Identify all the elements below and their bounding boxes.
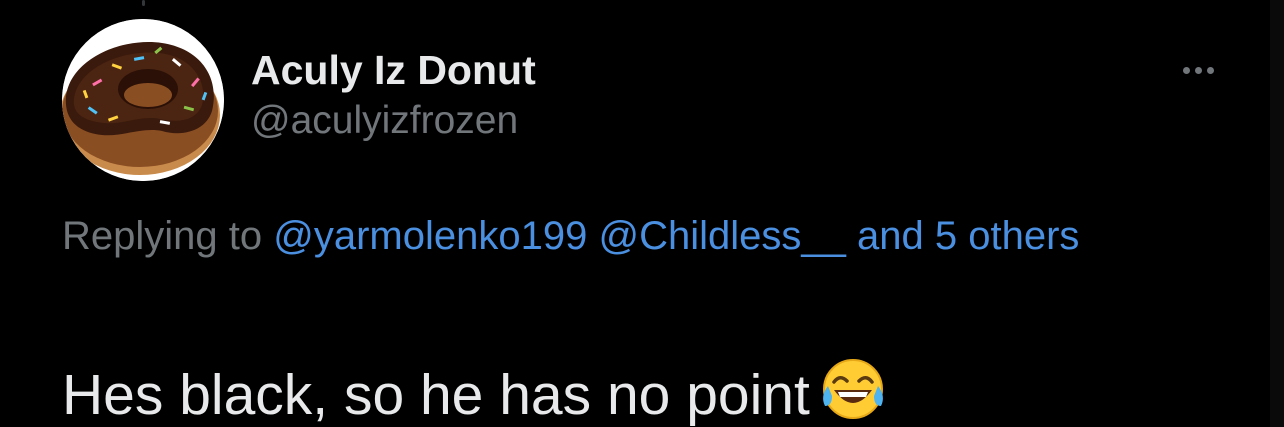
tweet-text: Hes black, so he has no point (62, 363, 810, 427)
author-avatar[interactable] (62, 19, 224, 181)
reply-context: Replying to @yarmolenko199 @Childless__ … (62, 204, 1162, 268)
author-handle[interactable]: @aculyizfrozen (251, 95, 536, 147)
thread-connector-line (142, 0, 145, 6)
more-options-button[interactable] (1166, 52, 1230, 88)
others-link[interactable]: and 5 others (857, 214, 1079, 258)
mention-link[interactable]: @Childless__ (598, 214, 845, 258)
scrollbar[interactable] (1270, 0, 1284, 427)
face-with-tears-of-joy-icon (820, 356, 886, 427)
mention-link[interactable]: @yarmolenko199 (273, 214, 587, 258)
more-horizontal-icon-dot (1206, 66, 1214, 74)
author-info: Aculy Iz Donut @aculyizfrozen (251, 44, 536, 147)
tweet-body: Hes black, so he has no point (62, 356, 886, 427)
reply-context-prefix: Replying to (62, 214, 263, 258)
more-horizontal-icon (1182, 66, 1190, 74)
chocolate-donut-avatar-icon (62, 19, 224, 181)
more-horizontal-icon-dot (1194, 66, 1202, 74)
author-display-name[interactable]: Aculy Iz Donut (251, 44, 536, 96)
